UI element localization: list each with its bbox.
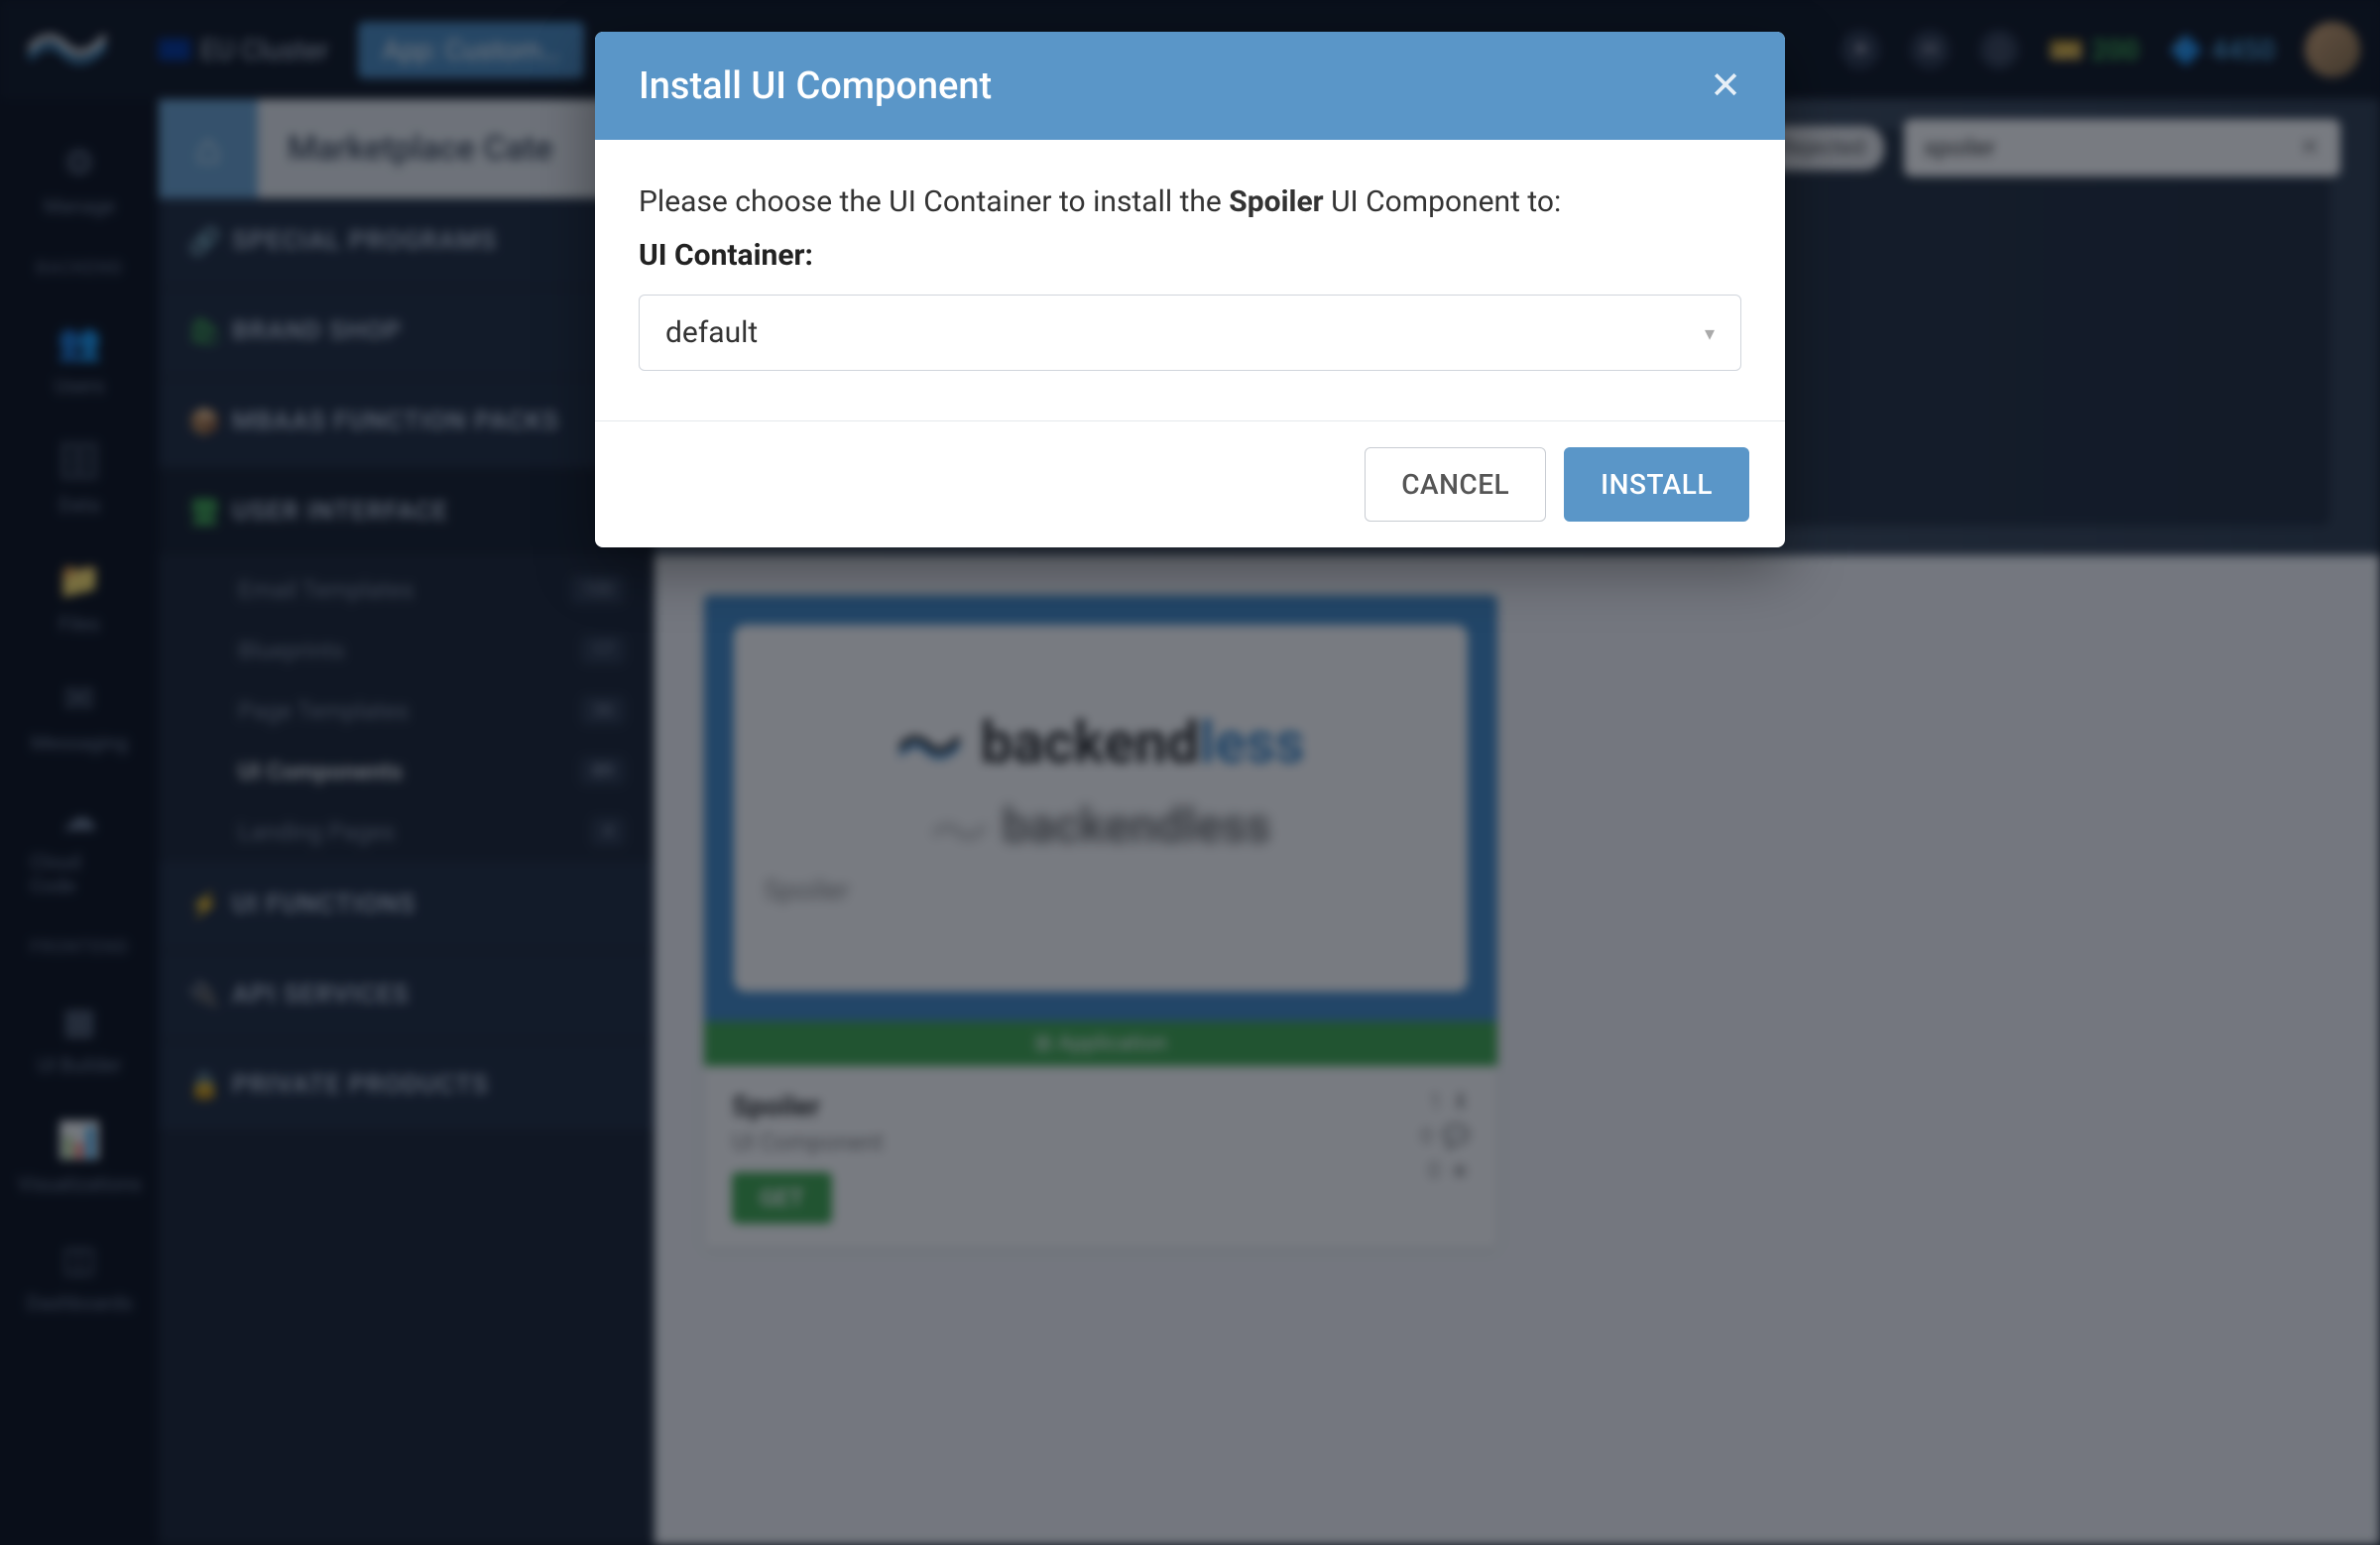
close-icon[interactable]: ✕ <box>1710 63 1741 108</box>
prompt-component-name: Spoiler <box>1229 184 1323 219</box>
chevron-down-icon: ▾ <box>1705 321 1715 345</box>
cancel-button-label: CANCEL <box>1401 468 1509 501</box>
cancel-button[interactable]: CANCEL <box>1365 447 1546 522</box>
prompt-suffix: UI Component to: <box>1324 184 1562 219</box>
modal-body: Please choose the UI Container to instal… <box>595 140 1785 420</box>
ui-container-select[interactable]: default ▾ <box>639 295 1741 371</box>
install-button-label: INSTALL <box>1601 468 1713 501</box>
install-button[interactable]: INSTALL <box>1564 447 1749 522</box>
install-modal: Install UI Component ✕ Please choose the… <box>595 32 1785 547</box>
select-value: default <box>665 315 758 350</box>
modal-prompt: Please choose the UI Container to instal… <box>639 179 1741 224</box>
prompt-prefix: Please choose the UI Container to instal… <box>639 184 1229 219</box>
container-label: UI Container: <box>639 238 1741 273</box>
modal-header: Install UI Component ✕ <box>595 32 1785 140</box>
modal-footer: CANCEL INSTALL <box>595 420 1785 547</box>
modal-title: Install UI Component <box>639 64 992 108</box>
